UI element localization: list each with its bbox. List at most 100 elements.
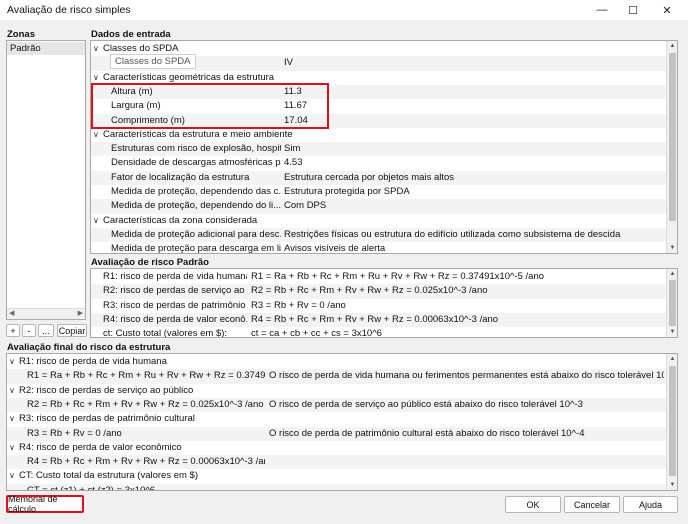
property-label: Densidade de descargas atmosféricas pa..…	[111, 157, 281, 169]
property-label: Medida de proteção para descarga em li..…	[111, 243, 281, 254]
close-icon[interactable]: ✕	[650, 0, 684, 20]
chevron-down-icon[interactable]: ∨	[93, 42, 103, 56]
property-row[interactable]: R3: risco de perdas de patrimônio ... R3 …	[91, 299, 666, 313]
maximize-icon[interactable]: ☐	[616, 0, 650, 20]
property-row[interactable]: Fator de localização da estrutura Estrutu…	[91, 170, 666, 185]
scroll-thumb[interactable]	[669, 53, 676, 221]
category-row[interactable]: ∨ CT: Custo total da estrutura (valores e…	[7, 469, 666, 483]
property-value[interactable]: 11.3	[284, 85, 664, 99]
cancel-button[interactable]: Cancelar	[564, 496, 620, 513]
property-label: R1 = Ra + Rb + Rc + Rm + Ru + Rv + Rw + …	[27, 370, 265, 382]
property-value[interactable]: Avisos visíveis de alerta	[284, 242, 664, 253]
property-row[interactable]: R1 = Ra + Rb + Rc + Rm + Ru + Rv + Rw + …	[7, 369, 666, 384]
property-row[interactable]: R1: risco de perda de vida humana: R1 = R…	[91, 270, 666, 284]
property-value[interactable]: 4.53	[284, 156, 664, 170]
add-zone-button[interactable]: +	[6, 324, 20, 337]
zone-item[interactable]: Padrão	[7, 42, 85, 55]
property-value[interactable]: O risco de perda de patrimônio cultural …	[269, 427, 664, 441]
property-row[interactable]: Estruturas com risco de explosão, hospit…	[91, 142, 666, 157]
property-row[interactable]: Medida de proteção para descarga em li..…	[91, 242, 666, 254]
ok-button[interactable]: OK	[505, 496, 561, 513]
property-value[interactable]: ct = ca + cb + cc + cs = 3x10^6	[251, 327, 664, 337]
property-value[interactable]: Estrutura cercada por objetos mais altos	[284, 171, 664, 185]
scroll-up-icon[interactable]: ▲	[667, 354, 677, 364]
scroll-down-icon[interactable]: ▼	[667, 480, 677, 490]
default-eval-grid[interactable]: R1: risco de perda de vida humana: R1 = R…	[90, 268, 678, 338]
input-title: Dados de entrada	[91, 29, 171, 40]
final-eval-grid[interactable]: ∨ R1: risco de perda de vida humana R1 = R…	[6, 353, 678, 491]
input-property-grid[interactable]: ∨Classes do SPDAClasses do SPDAIV∨Caract…	[90, 40, 678, 254]
property-value[interactable]: 11.67	[284, 99, 664, 113]
property-row[interactable]: R3 = Rb + Rv = 0 /ano O risco de perda de…	[7, 426, 666, 441]
property-value[interactable]: Estrutura protegida por SPDA	[284, 185, 664, 199]
property-row[interactable]: R2 = Rb + Rc + Rm + Rv + Rw + Rz = 0.025…	[7, 397, 666, 413]
scroll-down-icon[interactable]: ▼	[667, 243, 677, 253]
category-row[interactable]: ∨ Características da zona considerada	[91, 214, 666, 228]
property-label: CT = ct (z1) + ct (z2) = 3x10^6	[27, 484, 156, 491]
scroll-down-icon[interactable]: ▼	[667, 327, 677, 337]
category-label: Características geométricas da estrutura	[103, 71, 275, 83]
property-value[interactable]: O risco de perda de vida humana ou ferim…	[269, 369, 664, 383]
property-value[interactable]: R4 = Rb + Rc + Rm + Rv + Rw + Rz = 0.000…	[251, 313, 664, 327]
property-value[interactable]: R1 = Ra + Rb + Rc + Rm + Ru + Rv + Rw + …	[251, 270, 664, 284]
copy-zone-button[interactable]: Copiar	[57, 324, 87, 337]
final-vscrollbar[interactable]: ▲ ▼	[666, 354, 677, 490]
chevron-down-icon[interactable]: ∨	[93, 214, 103, 228]
eval-vscrollbar[interactable]: ▲ ▼	[666, 269, 677, 337]
minimize-icon[interactable]: —	[585, 0, 619, 20]
chevron-down-icon[interactable]: ∨	[9, 355, 19, 369]
property-row[interactable]: R4 = Rb + Rc + Rm + Rv + Rw + Rz = 0.000…	[7, 455, 666, 470]
property-label: R3 = Rb + Rv = 0 /ano	[27, 427, 122, 439]
property-row[interactable]: R2: risco de perdas de serviço ao p... R2…	[91, 284, 666, 299]
property-label: Medida de proteção, dependendo do li...	[111, 200, 281, 212]
property-row[interactable]: CT = ct (z1) + ct (z2) = 3x10^6	[7, 483, 666, 491]
category-label: R4: risco de perda de valor econômico	[19, 441, 182, 453]
property-label: R1: risco de perda de vida humana:	[103, 271, 247, 282]
zones-hscrollbar[interactable]: ◀ ▶	[7, 308, 85, 319]
category-row[interactable]: ∨ R2: risco de perdas de serviço ao públi…	[7, 384, 666, 398]
property-row[interactable]: ct: Custo total (valores em $): ct = ca +…	[91, 327, 666, 337]
property-value[interactable]: IV	[284, 56, 664, 70]
zone-options-button[interactable]: ...	[38, 324, 54, 337]
memorial-button[interactable]: Memorial de cálculo	[6, 494, 84, 514]
category-label: CT: Custo total da estrutura (valores em…	[19, 470, 198, 482]
property-row[interactable]: Medida de proteção, dependendo do li... C…	[91, 199, 666, 214]
scroll-right-icon[interactable]: ▶	[78, 309, 83, 317]
property-label: Fator de localização da estrutura	[111, 171, 250, 183]
window-title: Avaliação de risco simples	[7, 4, 131, 16]
property-row[interactable]: Medida de proteção adicional para desc..…	[91, 227, 666, 243]
remove-zone-button[interactable]: -	[22, 324, 36, 337]
scroll-left-icon[interactable]: ◀	[9, 309, 14, 317]
default-eval-title: Avaliação de risco Padrão	[91, 257, 209, 268]
scroll-thumb[interactable]	[669, 280, 676, 326]
category-row[interactable]: ∨ R3: risco de perdas de patrimônio cultu…	[7, 412, 666, 426]
category-row[interactable]: ∨ R4: risco de perda de valor econômico	[7, 441, 666, 455]
property-row[interactable]: Medida de proteção, dependendo das c... E…	[91, 185, 666, 199]
category-label: R2: risco de perdas de serviço ao públic…	[19, 384, 194, 396]
chevron-down-icon[interactable]: ∨	[9, 384, 19, 398]
zones-list[interactable]: Padrão ◀ ▶	[6, 40, 86, 320]
scroll-up-icon[interactable]: ▲	[667, 269, 677, 279]
chevron-down-icon[interactable]: ∨	[9, 412, 19, 426]
property-row[interactable]: R4: risco de perda de valor econô... R4 =…	[91, 312, 666, 328]
property-value[interactable]: O risco de perda de serviço ao público e…	[269, 398, 664, 412]
property-value[interactable]: R2 = Rb + Rc + Rm + Rv + Rw + Rz = 0.025…	[251, 284, 664, 298]
property-value[interactable]: Sim	[284, 142, 664, 156]
category-row[interactable]: ∨ R1: risco de perda de vida humana	[7, 355, 666, 369]
category-label: Características da zona considerada	[103, 214, 258, 226]
chevron-down-icon[interactable]: ∨	[93, 128, 103, 142]
chevron-down-icon[interactable]: ∨	[9, 469, 19, 483]
help-button[interactable]: Ajuda	[623, 496, 678, 513]
scroll-up-icon[interactable]: ▲	[667, 41, 677, 51]
category-label: Características da estrutura e meio ambi…	[103, 128, 293, 140]
input-vscrollbar[interactable]: ▲ ▼	[666, 41, 677, 253]
property-value[interactable]: R3 = Rb + Rv = 0 /ano	[251, 299, 664, 313]
property-row[interactable]: Densidade de descargas atmosféricas pa..…	[91, 156, 666, 170]
chevron-down-icon[interactable]: ∨	[9, 441, 19, 455]
scroll-thumb[interactable]	[669, 366, 676, 476]
property-value[interactable]: 17.04	[284, 114, 664, 128]
property-label: R4 = Rb + Rc + Rm + Rv + Rw + Rz = 0.000…	[27, 456, 265, 468]
property-value[interactable]: Com DPS	[284, 199, 664, 213]
category-row[interactable]: ∨ Características da estrutura e meio amb…	[91, 128, 666, 142]
property-value[interactable]: Restrições físicas ou estrutura do edifí…	[284, 228, 664, 242]
